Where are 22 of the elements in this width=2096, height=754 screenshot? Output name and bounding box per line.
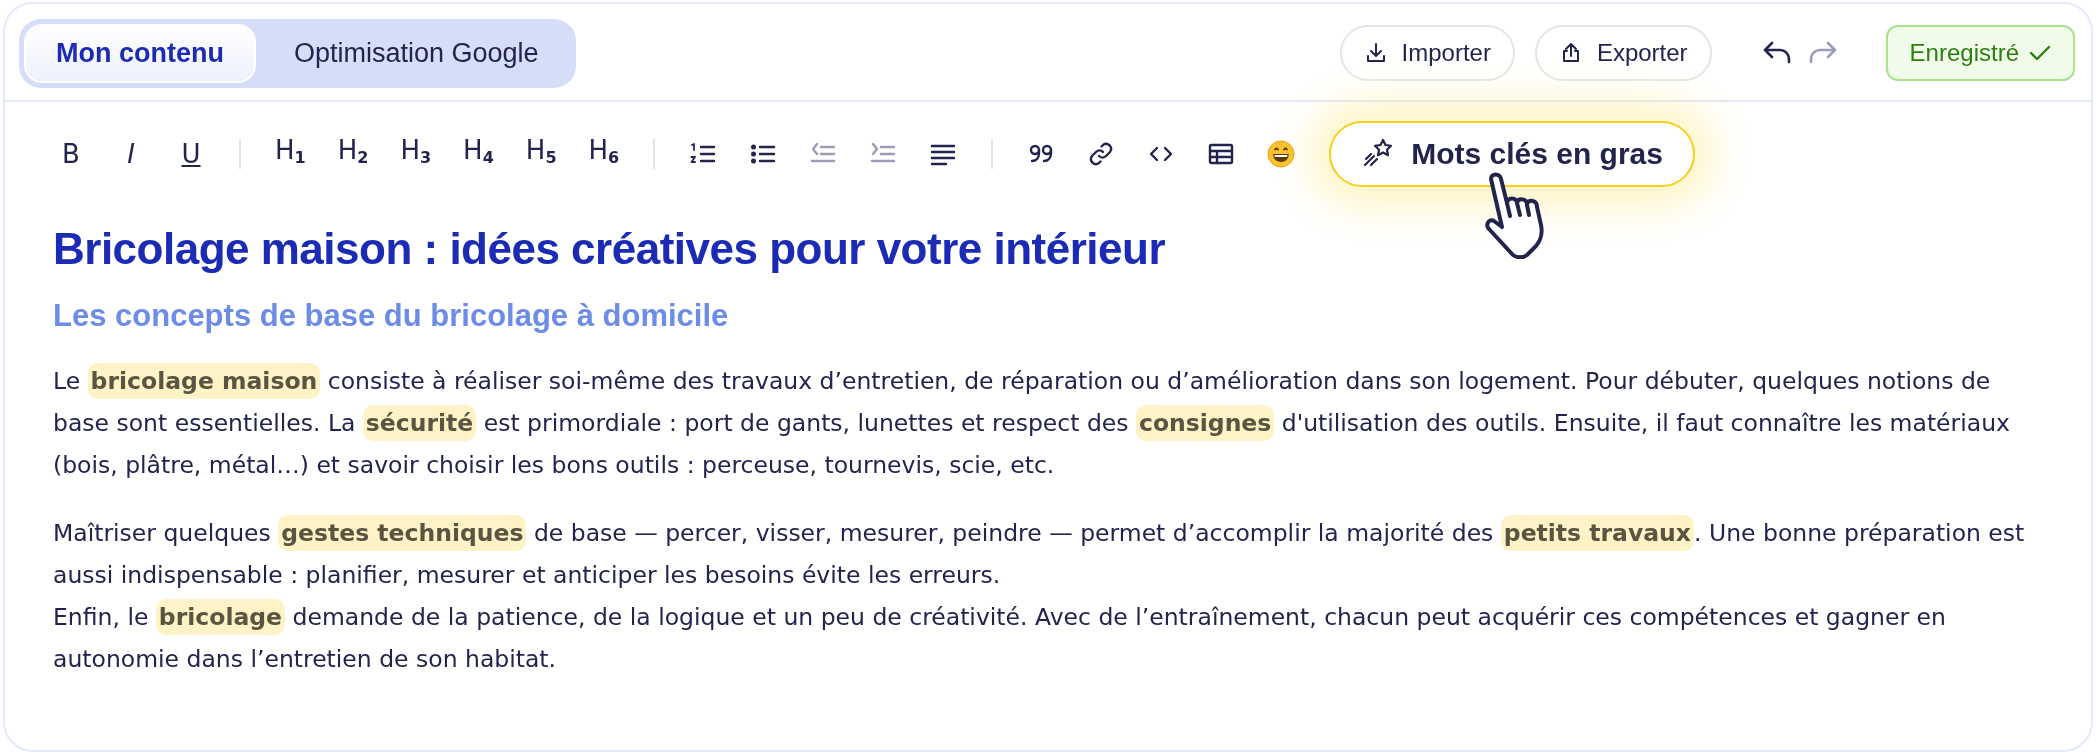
italic-button[interactable]: I	[117, 140, 145, 168]
tab[interactable]: Optimisation Google	[264, 25, 569, 81]
saved-label: Enregistré	[1909, 39, 2019, 67]
check-icon	[2029, 44, 2051, 62]
underline-button[interactable]: U	[177, 140, 205, 168]
heading-button[interactable]: H$_{4}$	[463, 136, 494, 172]
heading-button[interactable]: H$_{5}$	[525, 136, 557, 172]
bold-button[interactable]: B	[57, 140, 85, 168]
import-button[interactable]: Importer	[1339, 25, 1515, 81]
document-title: Bricolage maison : idées créatives pour votre intérieur	[53, 224, 1166, 274]
heading-button[interactable]: H$_{2}$	[337, 136, 369, 172]
emoji-icon[interactable]	[1267, 140, 1296, 168]
section-heading: Les concepts de base du bricolage à domicile	[53, 298, 730, 334]
bold-keywords-button[interactable]: Mots clés en gras	[1329, 121, 1695, 187]
paragraph-text: Enfin, le bricolage demande de la patience, de la logique et un peu de créativité. Avec de l’entraînement, chacun peut acquérir ces compétences et gagner en autonomie dans l’entretien de son habitat.	[53, 596, 2043, 680]
export-button[interactable]: Exporter	[1534, 25, 1712, 81]
tab[interactable]: Mon contenu	[26, 25, 254, 81]
paragraph-text: Le bricolage maison consiste à réaliser soi-même des travaux d’entretien, de réparation ou d’amélioration dans son logement. Pour débuter, quelques notions de base sont essentielles. La sécurité est primordiale : port de gants, lunettes et respect des consignes d'utilisation des outils. Ensuite, il faut connaître les matériaux (bois, plâtre, métal…) et savoir choisir les bons outils : perceuse, tournevis, scie, etc.	[53, 360, 2043, 486]
heading-button[interactable]: H$_{6}$	[588, 136, 620, 172]
heading-button[interactable]: H$_{3}$	[400, 136, 432, 172]
heading-button[interactable]: H$_{1}$	[275, 136, 306, 172]
paragraph-text: Maîtriser quelques gestes techniques de base — percer, visser, mesurer, peindre — permet d’accomplir la majorité des petits travaux. Une bonne préparation est aussi indispensable : planifier, mesurer et anticiper les besoins évite les erreurs.	[53, 512, 2043, 596]
